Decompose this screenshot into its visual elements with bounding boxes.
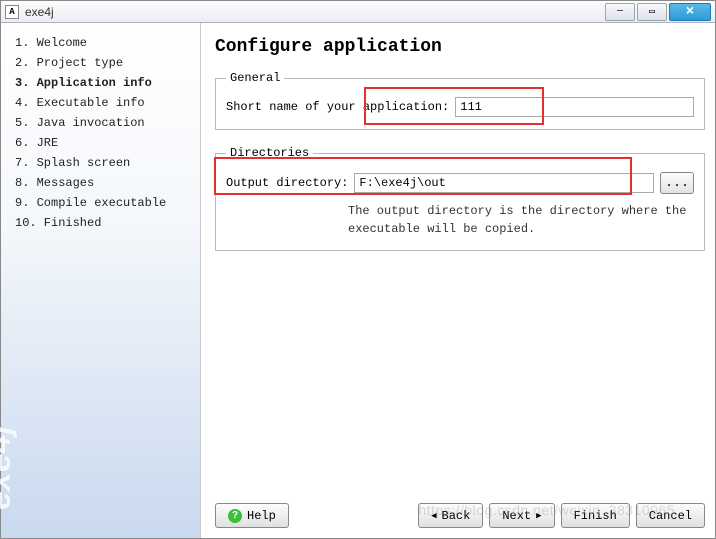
step-item[interactable]: 7. Splash screen (15, 153, 186, 173)
finish-button[interactable]: Finish (561, 503, 630, 528)
directories-legend: Directories (226, 146, 313, 160)
step-item[interactable]: 10. Finished (15, 213, 186, 233)
browse-button[interactable]: ... (660, 172, 694, 194)
output-dir-label: Output directory: (226, 176, 348, 190)
back-button[interactable]: Back (418, 503, 483, 528)
minimize-button[interactable]: — (605, 3, 635, 21)
short-name-input[interactable] (455, 97, 694, 117)
step-item[interactable]: 1. Welcome (15, 33, 186, 53)
help-icon: ? (228, 509, 242, 523)
cancel-button[interactable]: Cancel (636, 503, 705, 528)
page-title: Configure application (215, 37, 705, 57)
cancel-label: Cancel (649, 509, 692, 523)
output-dir-input[interactable] (354, 173, 654, 193)
window-title: exe4j (25, 5, 605, 19)
content-area: 1. Welcome2. Project type3. Application … (1, 23, 715, 538)
next-label: Next (502, 509, 531, 523)
button-bar: ? Help Back Next Finish Cancel (215, 493, 705, 528)
sidebar: 1. Welcome2. Project type3. Application … (1, 23, 201, 538)
step-item[interactable]: 5. Java invocation (15, 113, 186, 133)
short-name-label: Short name of your application: (226, 100, 449, 114)
help-button[interactable]: ? Help (215, 503, 289, 528)
step-item[interactable]: 6. JRE (15, 133, 186, 153)
close-button[interactable]: × (669, 3, 711, 21)
output-dir-hint: The output directory is the directory wh… (348, 202, 694, 238)
brand-logo: exe4j (0, 425, 19, 510)
output-dir-row: Output directory: ... (226, 172, 694, 194)
maximize-button[interactable]: ▭ (637, 3, 667, 21)
step-item[interactable]: 2. Project type (15, 53, 186, 73)
step-item[interactable]: 9. Compile executable (15, 193, 186, 213)
directories-group: Directories Output directory: ... The ou… (215, 146, 705, 251)
app-icon: A (5, 5, 19, 19)
titlebar: A exe4j — ▭ × (1, 1, 715, 23)
step-list: 1. Welcome2. Project type3. Application … (15, 33, 186, 233)
help-label: Help (247, 509, 276, 523)
window-controls: — ▭ × (605, 3, 711, 21)
finish-label: Finish (574, 509, 617, 523)
main-panel: Configure application General Short name… (201, 23, 715, 538)
next-button[interactable]: Next (489, 503, 554, 528)
general-group: General Short name of your application: (215, 71, 705, 130)
step-item[interactable]: 3. Application info (15, 73, 186, 93)
short-name-row: Short name of your application: (226, 97, 694, 117)
nav-buttons: Back Next Finish Cancel (418, 503, 705, 528)
step-item[interactable]: 4. Executable info (15, 93, 186, 113)
step-item[interactable]: 8. Messages (15, 173, 186, 193)
general-legend: General (226, 71, 284, 85)
back-label: Back (442, 509, 471, 523)
